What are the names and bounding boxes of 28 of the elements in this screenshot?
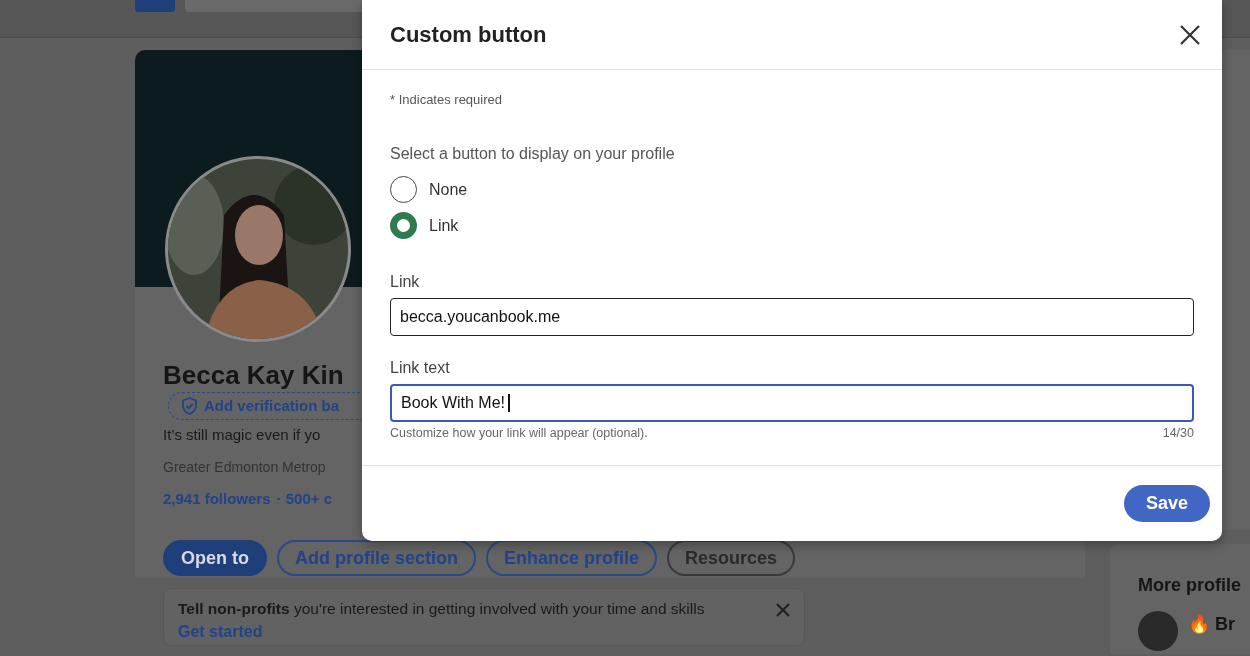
profile-name: Becca Kay Kin	[163, 359, 344, 392]
profile-action-button[interactable]: Open to	[163, 540, 267, 576]
dialog-title: Custom button	[390, 21, 547, 49]
radio-button[interactable]	[390, 212, 417, 239]
profile-headline: It’s still magic even if yo	[163, 425, 321, 445]
volunteer-prompt-text: Tell non-profits you're interested in getting involved with your time and skills	[178, 599, 705, 619]
text-input-field[interactable]: Book With Me!	[390, 383, 1194, 422]
get-started-link[interactable]: Get started	[178, 620, 263, 645]
search-field[interactable]	[185, 0, 365, 12]
save-button[interactable]: Save	[1123, 485, 1210, 522]
person-name[interactable]: 🔥 Br	[1188, 611, 1235, 638]
connections-link[interactable]: · 500+ c	[276, 487, 333, 510]
avatar-icon	[1138, 611, 1178, 651]
shield-check-icon	[181, 397, 198, 415]
field-label: Link text	[390, 357, 451, 378]
close-icon[interactable]	[776, 603, 790, 617]
followers-link[interactable]: 2,941 followers	[163, 487, 271, 510]
field-hint: Customize how your link will appear (optional).	[390, 424, 648, 442]
close-icon	[1180, 24, 1200, 45]
radio-label: None	[429, 179, 468, 200]
required-note: * Indicates required	[390, 91, 503, 109]
field-label: Link	[390, 271, 421, 292]
radio-label: Link	[429, 215, 459, 236]
text-input-field[interactable]: becca.youcanbook.me	[390, 297, 1194, 336]
character-counter: 14/30	[1162, 424, 1194, 442]
radio-button[interactable]	[390, 176, 417, 203]
question-text: Select a button to display on your profile	[390, 143, 676, 164]
card-title: More profile	[1138, 574, 1242, 597]
